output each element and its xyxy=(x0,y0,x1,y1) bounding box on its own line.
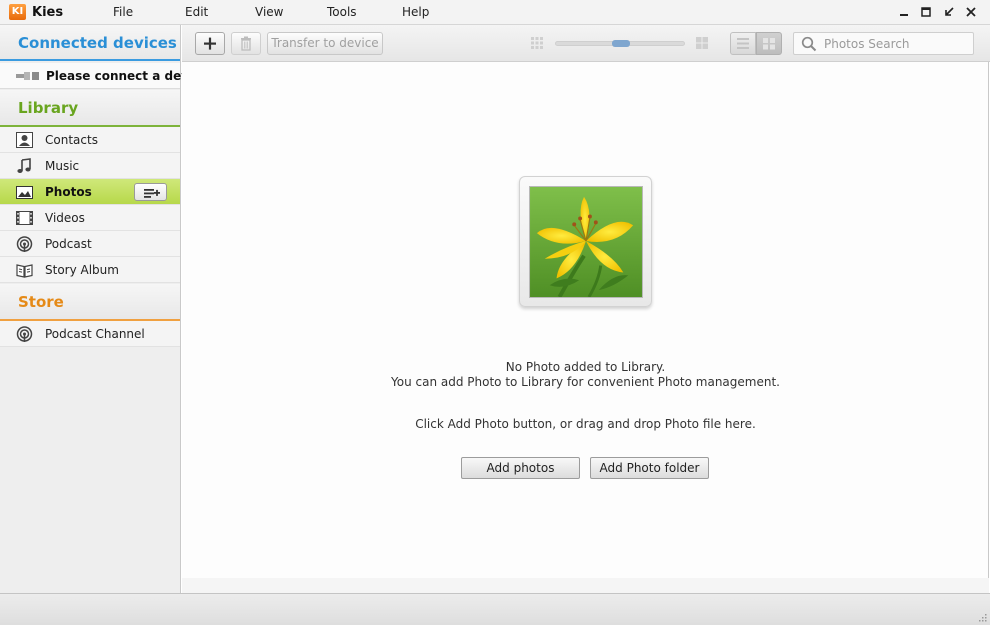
resize-grip-icon[interactable] xyxy=(977,612,987,622)
trash-icon xyxy=(241,36,251,51)
thumbnail-size-slider[interactable] xyxy=(555,40,685,47)
podcast-icon xyxy=(16,236,33,252)
search-icon xyxy=(801,36,817,52)
minimize-icon[interactable] xyxy=(918,4,934,20)
list-view-icon xyxy=(737,38,749,49)
transfer-to-device-button[interactable]: Transfer to device xyxy=(267,32,383,55)
empty-state-hint: Click Add Photo button, or drag and drop… xyxy=(415,417,756,431)
photos-search-box[interactable] xyxy=(793,32,974,55)
sidebar-item-label: Videos xyxy=(45,211,85,225)
delete-button[interactable] xyxy=(231,32,261,55)
list-view-button[interactable] xyxy=(730,32,756,55)
sidebar-item-label: Photos xyxy=(45,185,92,199)
status-bar xyxy=(0,593,990,625)
lily-photo-image xyxy=(529,186,643,298)
story-album-icon xyxy=(16,264,33,278)
library-header: Library xyxy=(0,90,180,127)
sidebar-item-music[interactable]: Music xyxy=(0,153,180,179)
sidebar-item-label: Story Album xyxy=(45,263,119,277)
close-icon[interactable] xyxy=(963,4,979,20)
menu-help[interactable]: Help xyxy=(402,5,429,19)
empty-state-title: No Photo added to Library. xyxy=(505,360,666,374)
empty-state-description: You can add Photo to Library for conveni… xyxy=(391,375,780,389)
sidebar-item-label: Podcast xyxy=(45,237,92,251)
add-photos-button[interactable]: Add photos xyxy=(461,457,580,479)
minimize-to-tray-icon[interactable] xyxy=(896,4,912,20)
add-playlist-button[interactable] xyxy=(134,183,167,201)
title-bar: KI Kies File Edit View Tools Help xyxy=(0,0,990,25)
sidebar-item-podcast-channel[interactable]: Podcast Channel xyxy=(0,321,180,347)
kies-logo-icon: KI xyxy=(9,4,26,20)
store-header: Store xyxy=(0,284,180,321)
menu-tools[interactable]: Tools xyxy=(327,5,357,19)
thumbnail-view-icon xyxy=(763,38,775,50)
large-thumbnail-icon xyxy=(696,37,708,49)
app-title: Kies xyxy=(32,5,64,20)
device-label: Please connect a dev... xyxy=(46,69,202,83)
photo-placeholder-frame xyxy=(519,176,652,307)
sidebar-item-label: Podcast Channel xyxy=(45,327,145,341)
sidebar-item-story-album[interactable]: Story Album xyxy=(0,257,180,283)
sidebar-item-photos[interactable]: Photos xyxy=(0,179,180,205)
photos-icon xyxy=(16,186,33,199)
menu-edit[interactable]: Edit xyxy=(185,5,208,19)
videos-icon xyxy=(16,211,33,225)
content-footer xyxy=(182,578,989,593)
sidebar-item-videos[interactable]: Videos xyxy=(0,205,180,231)
sidebar-item-label: Music xyxy=(45,159,80,173)
restore-icon[interactable] xyxy=(941,4,957,20)
device-item[interactable]: Please connect a dev... xyxy=(0,63,202,89)
search-input[interactable] xyxy=(824,35,969,52)
sidebar-item-contacts[interactable]: Contacts xyxy=(0,127,180,153)
thumbnail-view-button[interactable] xyxy=(756,32,782,55)
small-thumbnail-icon xyxy=(531,37,543,49)
add-button[interactable] xyxy=(195,32,225,55)
main-content: No Photo added to Library. You can add P… xyxy=(182,62,989,593)
podcast-channel-icon xyxy=(16,326,33,342)
music-icon xyxy=(17,158,31,173)
menu-view[interactable]: View xyxy=(255,5,283,19)
sidebar-item-podcast[interactable]: Podcast xyxy=(0,231,180,257)
plus-icon xyxy=(204,37,216,50)
menu-file[interactable]: File xyxy=(113,5,133,19)
usb-cable-icon xyxy=(16,72,39,80)
connected-devices-header: Connected devices xyxy=(0,25,180,61)
contacts-icon xyxy=(16,132,33,148)
sidebar: Connected devices Please connect a dev..… xyxy=(0,25,202,593)
sidebar-item-label: Contacts xyxy=(45,133,98,147)
toolbar: Transfer to device xyxy=(182,25,990,62)
slider-handle[interactable] xyxy=(612,40,630,47)
add-photo-folder-button[interactable]: Add Photo folder xyxy=(590,457,709,479)
add-list-icon xyxy=(144,189,160,198)
